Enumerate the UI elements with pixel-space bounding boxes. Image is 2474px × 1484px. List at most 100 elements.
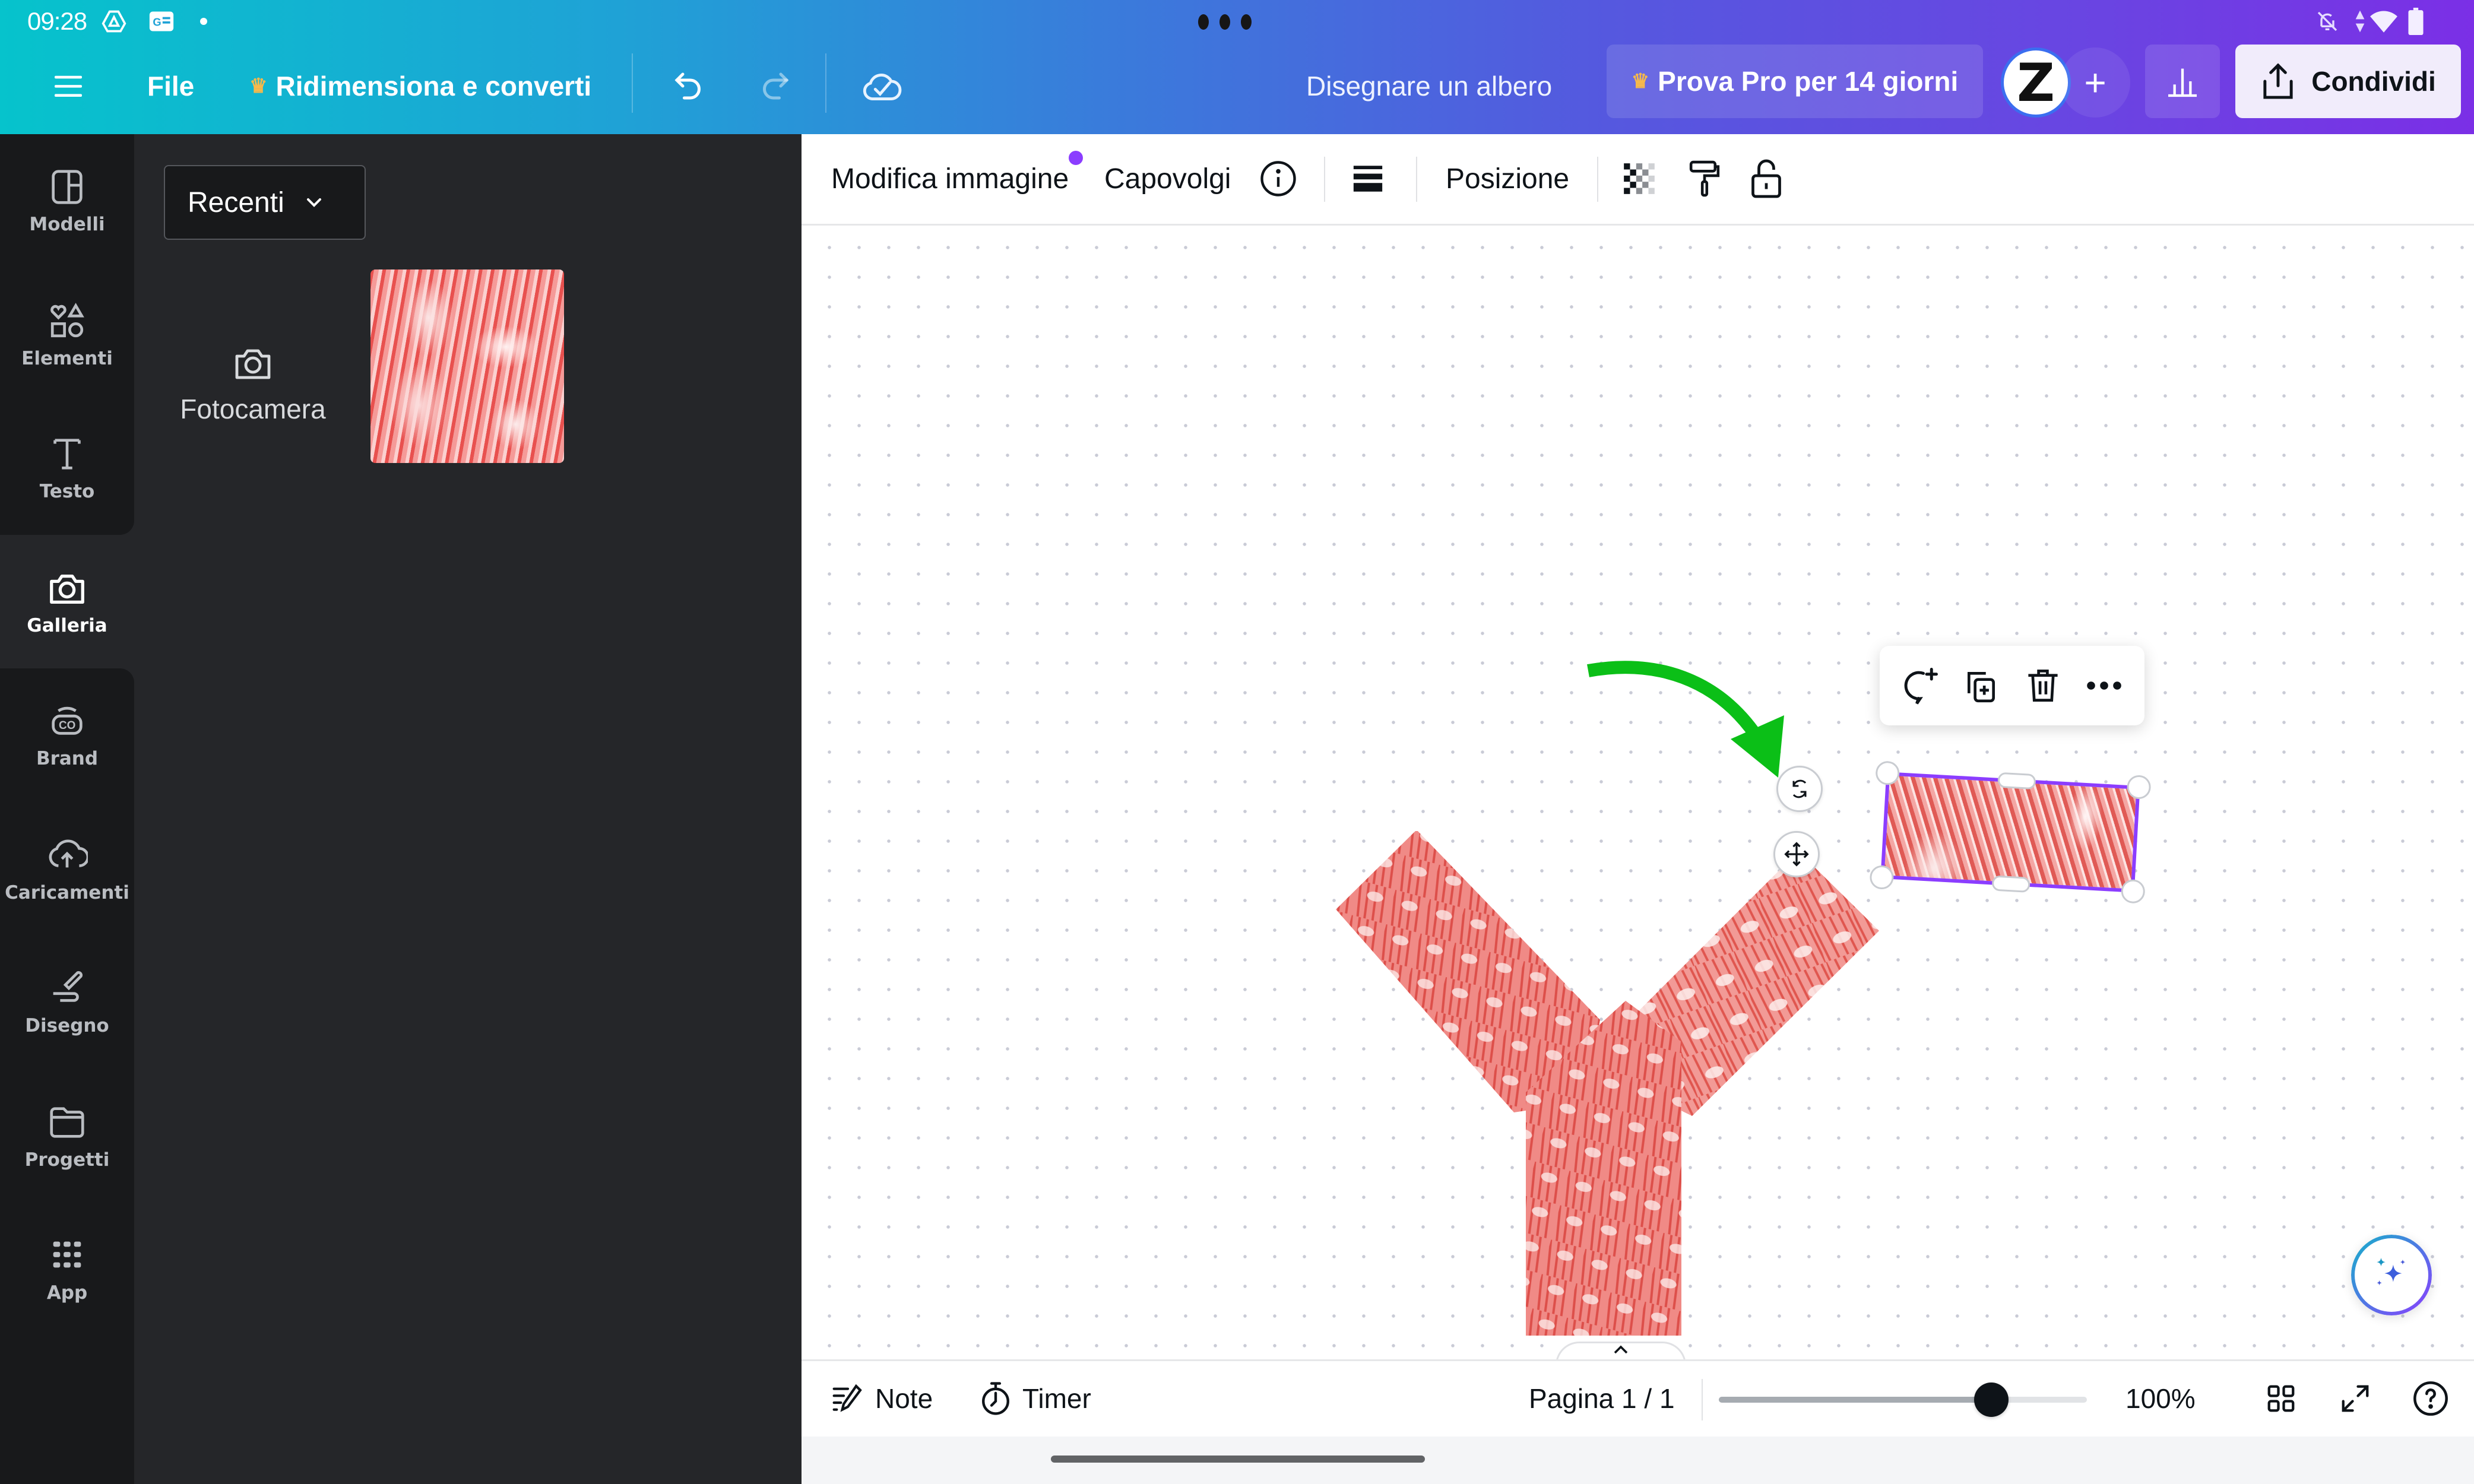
svg-text:CO: CO [59, 719, 75, 732]
timer-icon [982, 1382, 1009, 1415]
info-button[interactable] [1259, 134, 1298, 223]
design-canvas[interactable] [802, 226, 2474, 1359]
chevron-up-icon [1614, 1345, 1628, 1354]
svg-text:G: G [153, 15, 161, 28]
camera-button[interactable]: Fotocamera [170, 312, 336, 455]
undo-button[interactable] [665, 53, 712, 119]
camera-icon [235, 349, 271, 379]
sidebar-item-modelli[interactable]: Modelli [0, 141, 134, 260]
sidebar-item-caricamenti[interactable]: Caricamenti [0, 810, 134, 928]
menu-button[interactable] [47, 53, 89, 119]
redo-icon [763, 72, 789, 100]
delete-button[interactable] [2016, 659, 2070, 712]
try-pro-button[interactable]: ♛ Prova Pro per 14 giorni [1607, 45, 1983, 118]
y-tree-shape[interactable] [1336, 831, 1900, 1336]
try-pro-label: Prova Pro per 14 giorni [1658, 66, 1959, 97]
hamburger-icon [55, 75, 82, 97]
transparency-button[interactable] [1621, 134, 1658, 223]
sidebar-item-brand[interactable]: CO Brand [0, 676, 134, 794]
filter-dropdown[interactable]: Recenti [164, 165, 366, 240]
resize-label: Ridimensiona e converti [275, 71, 592, 102]
help-icon [2413, 1381, 2448, 1416]
header-divider [632, 53, 633, 113]
help-button[interactable] [2412, 1361, 2450, 1436]
zoom-level-button[interactable]: 100% [2125, 1361, 2196, 1436]
zoom-label: 100% [2125, 1383, 2196, 1414]
crown-icon: ♛ [249, 75, 268, 97]
save-status-button[interactable] [855, 53, 908, 119]
new-feature-dot [1069, 151, 1083, 165]
selected-image-element[interactable] [1869, 760, 2152, 904]
wifi-icon [2369, 8, 2399, 34]
border-style-button[interactable] [1351, 134, 1385, 223]
rotate-handle[interactable] [1776, 766, 1823, 812]
status-time: 09:28 [27, 7, 87, 35]
camera-icon [50, 574, 84, 604]
edit-image-label: Modifica immagine [831, 163, 1069, 195]
resize-handle-bottom-right[interactable] [2120, 879, 2146, 904]
redo-button[interactable] [751, 53, 799, 119]
sidebar-item-progetti[interactable]: Progetti [0, 1077, 134, 1196]
grid-view-button[interactable] [2265, 1361, 2297, 1436]
recent-image-thumbnail[interactable] [370, 269, 564, 463]
home-indicator[interactable] [1051, 1456, 1425, 1463]
add-comment-button[interactable] [1893, 659, 1947, 712]
crown-icon: ♛ [1631, 70, 1650, 93]
annotation-arrow [1587, 661, 1784, 778]
zoom-slider[interactable] [1719, 1382, 2087, 1417]
resize-button[interactable]: ♛ Ridimensiona e converti [249, 53, 591, 119]
timer-button[interactable]: Timer [980, 1361, 1091, 1436]
edit-image-button[interactable]: Modifica immagine [831, 134, 1069, 223]
more-options-button[interactable] [2077, 659, 2131, 712]
flip-button[interactable]: Capovolgi [1104, 134, 1231, 223]
info-icon [1260, 161, 1296, 196]
position-button[interactable]: Posizione [1446, 134, 1569, 223]
notes-button[interactable]: Note [831, 1361, 933, 1436]
border-style-icon [1353, 166, 1383, 192]
resize-handle-bottom[interactable] [1991, 875, 2030, 893]
status-bar: 09:28 G [0, 0, 2474, 45]
plus-icon: + [2084, 61, 2106, 104]
lock-button[interactable] [1748, 134, 1784, 223]
context-toolbar: Modifica immagine Capovolgi Posizione [802, 134, 2474, 226]
share-button[interactable]: Condividi [2235, 45, 2461, 118]
system-nav-strip [802, 1437, 2474, 1484]
text-icon [53, 439, 81, 470]
chevron-down-icon [306, 198, 321, 207]
unlock-icon [1751, 159, 1781, 198]
sidebar-item-disegno[interactable]: Disegno [0, 943, 134, 1061]
duplicate-button[interactable] [1955, 659, 2008, 712]
flip-label: Capovolgi [1104, 163, 1231, 195]
position-label: Posizione [1446, 163, 1570, 195]
file-menu-button[interactable]: File [147, 53, 194, 119]
share-label: Condividi [2311, 66, 2436, 97]
upload-cloud-icon [49, 839, 88, 868]
magic-assistant-button[interactable] [2351, 1235, 2432, 1315]
add-member-button[interactable]: + [2060, 47, 2130, 118]
resize-handle-top-right[interactable] [2126, 774, 2152, 800]
share-upload-icon [2263, 63, 2293, 99]
show-pages-tab[interactable] [1556, 1342, 1686, 1359]
page-label: Pagina 1 / 1 [1529, 1383, 1675, 1414]
top-header: 09:28 G File ♛ Ridimensiona e converti D… [0, 0, 2474, 134]
sidebar-item-app[interactable]: App [0, 1210, 134, 1328]
page-indicator-button[interactable]: Pagina 1 / 1 [1529, 1361, 1675, 1436]
sidebar-item-galleria[interactable]: Galleria [0, 543, 134, 661]
notes-icon [832, 1384, 862, 1412]
more-icon [2087, 681, 2122, 690]
resize-handle-top-left[interactable] [1875, 760, 1900, 786]
resize-handle-top[interactable] [1997, 772, 2036, 790]
bell-muted-icon [2315, 8, 2339, 34]
trash-icon [2028, 670, 2058, 702]
copy-style-button[interactable] [1686, 134, 1723, 223]
move-handle[interactable] [1773, 831, 1820, 877]
file-label: File [147, 71, 195, 102]
sidebar-item-elementi[interactable]: Elementi [0, 275, 134, 394]
document-title[interactable]: Disegnare un albero [1306, 53, 1552, 119]
apps-grid-icon [53, 1241, 81, 1268]
analytics-button[interactable] [2145, 45, 2220, 118]
sidebar-item-testo[interactable]: Testo [0, 408, 134, 527]
elements-icon [50, 303, 84, 338]
zoom-slider-thumb[interactable] [1974, 1382, 2009, 1417]
fullscreen-button[interactable] [2339, 1361, 2371, 1436]
